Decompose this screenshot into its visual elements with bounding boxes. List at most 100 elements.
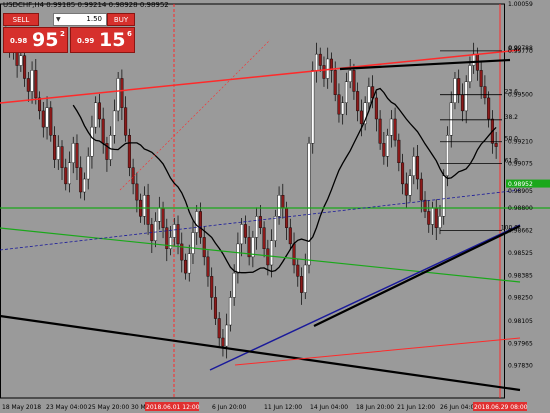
quantity-value: 1.50: [86, 15, 102, 23]
candle-body: [318, 53, 322, 66]
sell-quote-button[interactable]: 0.98 95 2: [3, 27, 68, 53]
price-chart[interactable]: 0.023.638.250.061.8100.01.000590.997880.…: [0, 0, 550, 413]
candle-body: [277, 195, 281, 217]
current-price-label: 0.98952: [508, 181, 533, 188]
trend-line-top-black: [339, 58, 511, 71]
candle-body: [348, 70, 352, 82]
candle-body: [161, 208, 165, 228]
x-axis-tick-label: 30 M: [131, 404, 146, 411]
candle-body: [169, 237, 173, 249]
candle-body: [314, 53, 319, 71]
candle-body: [183, 259, 188, 274]
candle-body: [41, 110, 45, 128]
y-axis-tick-label: 1.00059: [508, 1, 533, 8]
candle-body: [322, 65, 326, 79]
x-axis-tick-label: 23 May 04:00: [46, 404, 87, 411]
y-axis-tick-label: 0.98385: [508, 273, 533, 280]
candle-body: [217, 318, 221, 339]
candle-body: [213, 297, 217, 319]
candle-body: [487, 97, 491, 120]
buy-price-pips: 15: [99, 29, 126, 51]
chevron-down-icon[interactable]: ▼: [56, 14, 61, 25]
candle-body: [412, 156, 416, 176]
candle-body: [38, 97, 42, 112]
candle-body: [449, 102, 453, 136]
candle-body: [386, 135, 390, 157]
candle-body: [333, 70, 337, 95]
candle-body: [404, 183, 408, 196]
candle-body: [45, 107, 49, 128]
y-axis-tick-label: 0.99210: [508, 139, 533, 146]
candle-body: [71, 143, 75, 164]
candle-body: [281, 195, 285, 209]
sell-price-prefix: 0.98: [10, 37, 28, 45]
candle-body: [393, 118, 397, 141]
buy-quote-button[interactable]: 0.99 15 6: [70, 27, 135, 53]
x-axis-tick-label: 25 May 20:00: [88, 404, 129, 411]
candle-body: [356, 91, 360, 112]
candle-body: [285, 208, 289, 228]
candle-body: [101, 118, 105, 144]
x-axis-tick-label: 6 Jun 20:00: [212, 404, 246, 411]
x-axis-highlight-label: 2018.06.01 12:00: [146, 404, 200, 411]
candle-body: [453, 78, 457, 103]
candle-body: [232, 272, 236, 298]
candle-body: [442, 175, 446, 217]
candle-body: [300, 276, 304, 293]
candle-body: [90, 126, 94, 157]
candle-body: [427, 211, 431, 225]
x-axis-tick-label: 26 Jun 04:00: [440, 404, 478, 411]
candle-body: [288, 227, 292, 245]
y-axis-tick-label: 0.98905: [508, 188, 533, 195]
candle-body: [210, 276, 214, 298]
candle-body: [397, 139, 401, 164]
candle-body: [142, 195, 146, 217]
candle-body: [60, 146, 64, 168]
y-axis-tick-label: 0.98105: [508, 318, 533, 325]
candle-body: [56, 146, 60, 160]
candle-body: [112, 110, 116, 136]
candle-body: [228, 297, 232, 326]
candle-body: [326, 58, 330, 79]
quantity-input[interactable]: ▼ 1.50: [53, 13, 107, 26]
y-axis-tick-label: 0.99500: [508, 92, 533, 99]
buy-button[interactable]: BUY: [107, 13, 135, 26]
buy-price-prefix: 0.99: [77, 37, 95, 45]
candle-body: [419, 178, 423, 201]
candle-body: [34, 70, 38, 99]
candle-body: [206, 256, 210, 277]
candle-body: [382, 143, 386, 157]
x-axis-tick-label: 21 Jun 12:00: [397, 404, 435, 411]
x-axis-tick-label: 18 Jun 20:00: [356, 404, 394, 411]
candle-body: [464, 81, 468, 112]
candle-body: [416, 156, 420, 180]
candle-body: [292, 243, 296, 266]
candle-body: [23, 55, 27, 79]
candle-body: [423, 199, 427, 212]
sell-price-fraction: 2: [60, 30, 65, 38]
candle-body: [460, 94, 464, 112]
candle-body: [311, 70, 315, 144]
x-axis-tick-label: 11 Jun 12:00: [264, 404, 302, 411]
y-axis-tick-label: 0.97830: [508, 363, 533, 370]
candle-body: [359, 110, 363, 125]
candle-body: [127, 135, 131, 168]
sell-button[interactable]: SELL: [3, 13, 39, 26]
candle-body: [195, 211, 199, 233]
candle-body: [445, 135, 449, 176]
candle-body: [202, 237, 206, 258]
candle-body: [154, 220, 158, 241]
buy-price-fraction: 6: [127, 30, 132, 38]
candle-body: [430, 208, 435, 225]
candle-body: [457, 78, 461, 95]
candle-body: [131, 167, 135, 185]
candle-body: [352, 70, 356, 92]
candle-body: [258, 216, 262, 228]
one-click-trading-panel: SELL ▼ 1.50 BUY 0.98 95 2 0.99 15 6: [3, 13, 135, 53]
candle-body: [221, 337, 225, 347]
candle-body: [344, 81, 348, 103]
candle-body: [337, 94, 341, 115]
candle-body: [225, 324, 229, 347]
candle-body: [176, 224, 180, 245]
trend-line-dashed-blue: [0, 189, 521, 251]
